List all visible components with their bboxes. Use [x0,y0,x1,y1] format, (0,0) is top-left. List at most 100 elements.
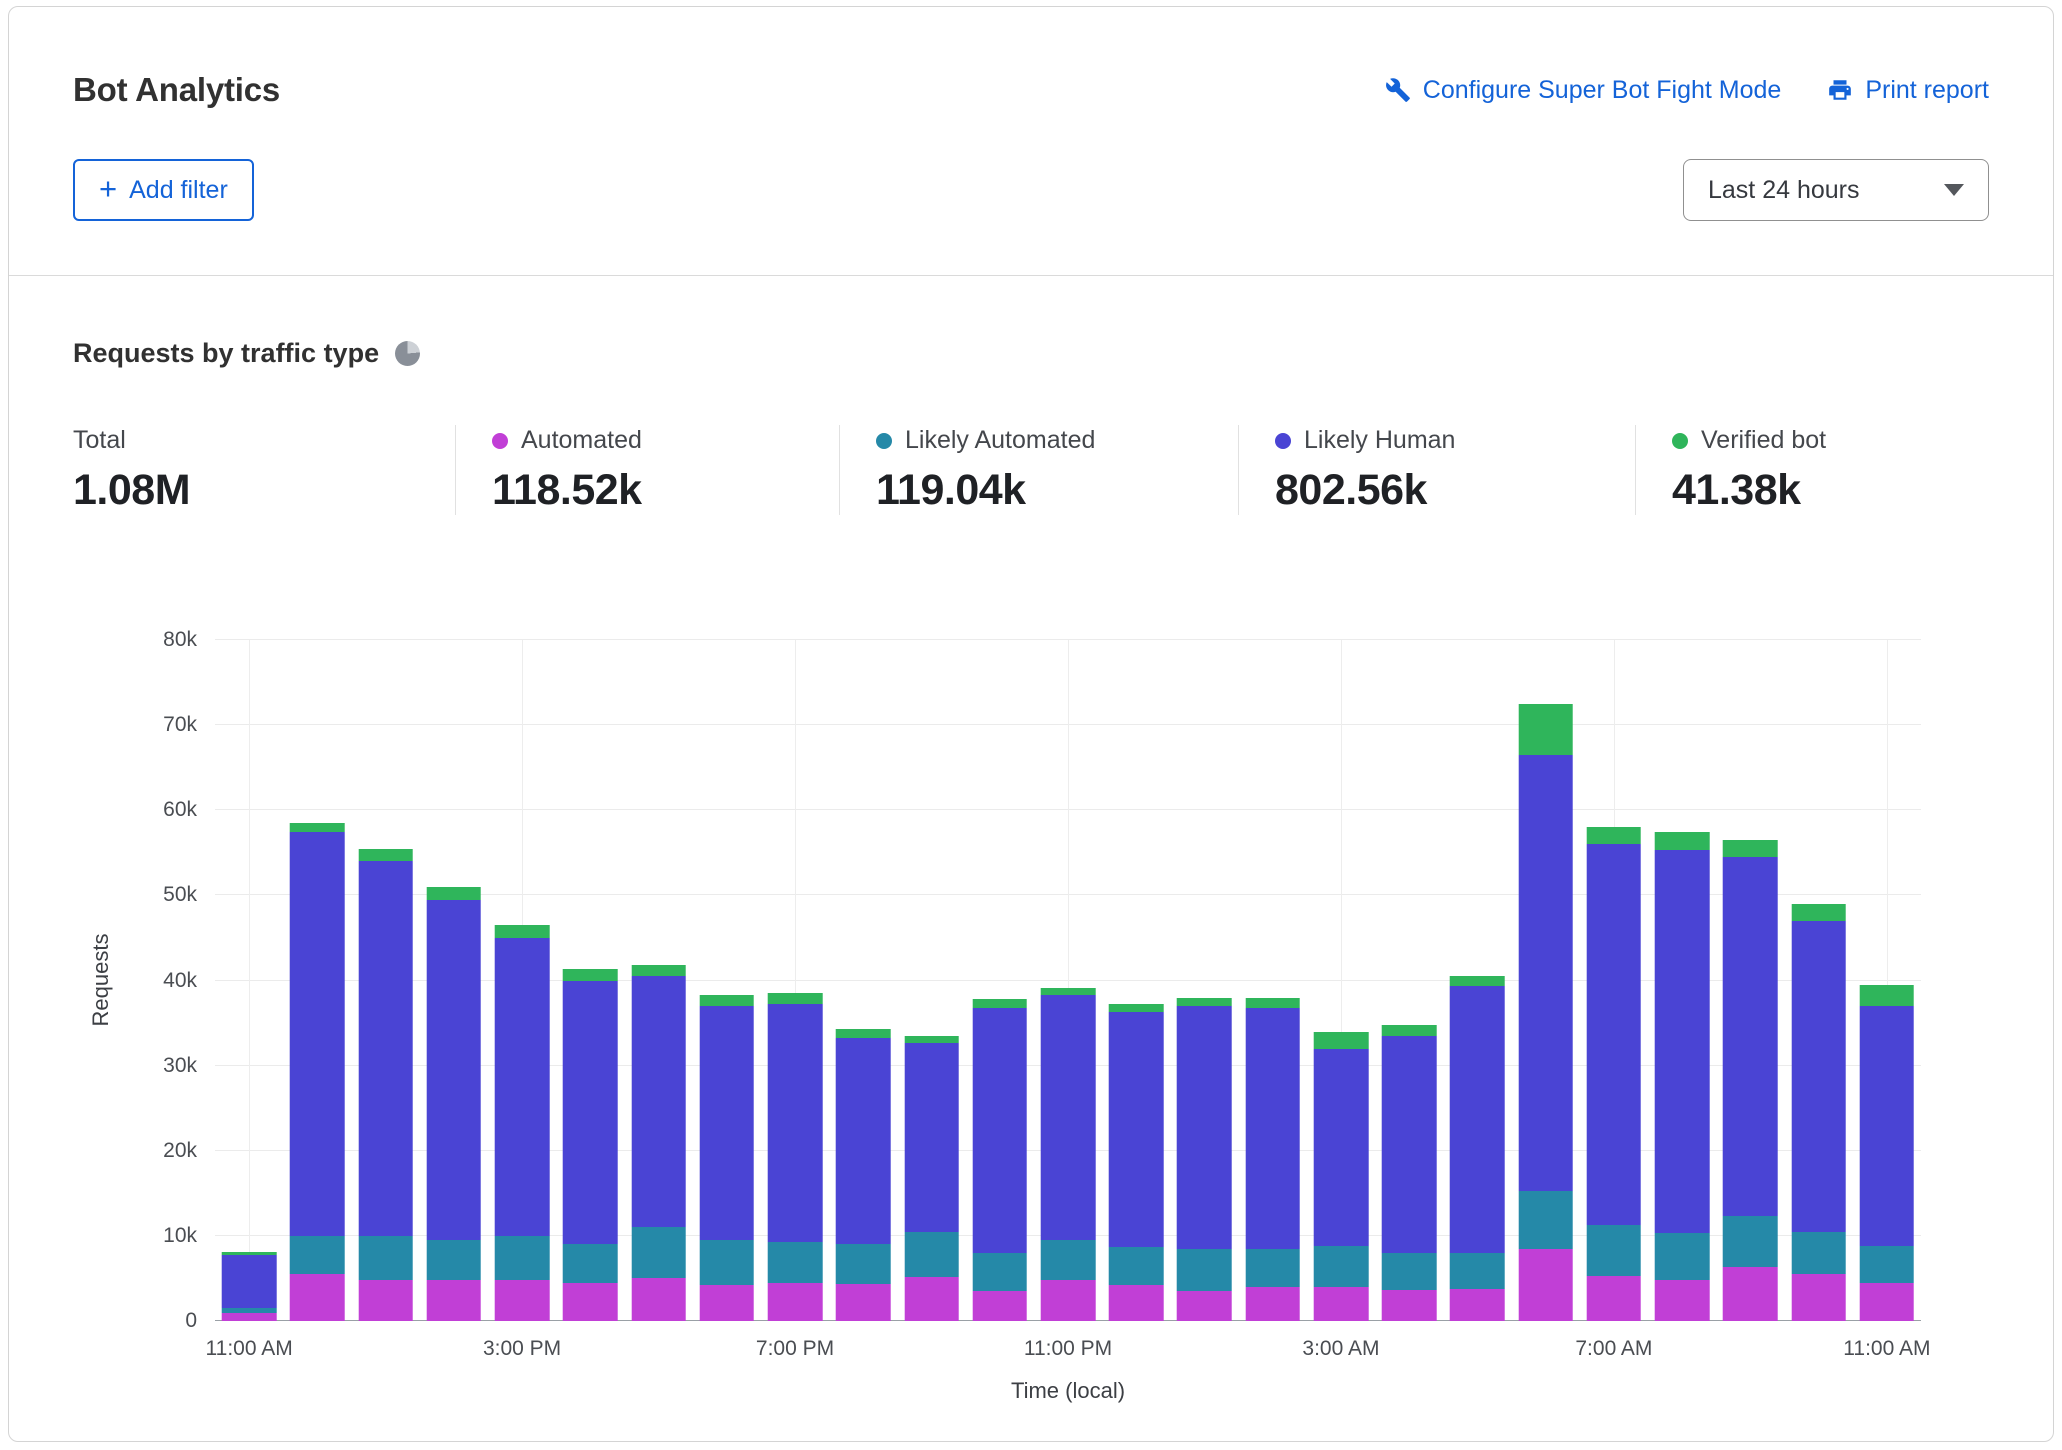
chart-bar[interactable] [1450,640,1505,1321]
chart-bar[interactable] [427,640,482,1321]
segment-likely_human [1860,1006,1915,1246]
segment-likely_automated [1314,1246,1369,1287]
chart-bar[interactable] [1518,640,1573,1321]
segment-likely_automated [1518,1191,1573,1249]
chart-bar[interactable] [1723,640,1778,1321]
stat-verified-bot-value: 41.38k [1672,466,1969,515]
segment-automated [1177,1291,1232,1321]
segment-automated [1314,1287,1369,1321]
segment-verified_bot [700,995,755,1006]
segment-verified_bot [904,1036,959,1043]
legend-dot-verified-bot [1672,433,1688,449]
chart-bar[interactable] [1245,640,1300,1321]
chart-bar[interactable] [1587,640,1642,1321]
segment-automated [1245,1287,1300,1321]
chart-bar[interactable] [1109,640,1164,1321]
segment-likely_human [1041,995,1096,1240]
y-tick-label: 30k [163,1054,215,1078]
chart-bar[interactable] [1041,640,1096,1321]
segment-likely_human [1723,857,1778,1216]
segment-likely_automated [427,1240,482,1280]
segment-likely_automated [700,1240,755,1285]
segment-likely_automated [563,1244,618,1282]
segment-verified_bot [495,925,550,938]
print-report-link[interactable]: Print report [1827,76,1989,105]
stat-total-label: Total [73,426,126,455]
legend-dot-likely-human [1275,433,1291,449]
configure-link-label: Configure Super Bot Fight Mode [1423,76,1782,105]
chart-bar[interactable] [1791,640,1846,1321]
segment-likely_automated [1382,1253,1437,1290]
stat-verified-bot-label: Verified bot [1701,426,1826,455]
chart-bar[interactable] [290,640,345,1321]
requests-section: Requests by traffic type Total 1.08M Aut… [9,338,2053,1430]
chart-bar[interactable] [700,640,755,1321]
segment-likely_automated [1041,1240,1096,1280]
segment-verified_bot [1518,704,1573,755]
segment-verified_bot [1860,985,1915,1006]
chart-bar[interactable] [1177,640,1232,1321]
stat-verified-bot: Verified bot 41.38k [1635,425,1989,515]
chart-bar[interactable] [768,640,823,1321]
stat-total-value: 1.08M [73,466,435,515]
segment-likely_automated [1791,1232,1846,1275]
segment-likely_human [972,1008,1027,1253]
segment-likely_automated [631,1227,686,1278]
chart-bar[interactable] [904,640,959,1321]
chart-bar[interactable] [836,640,891,1321]
stat-likely-automated-label: Likely Automated [905,426,1095,455]
segment-likely_automated [1587,1225,1642,1276]
legend-dot-likely-automated [876,433,892,449]
segment-likely_human [768,1004,823,1242]
chart-bar[interactable] [495,640,550,1321]
add-filter-button[interactable]: + Add filter [73,159,254,221]
y-tick-label: 60k [163,798,215,822]
x-tick-label: 11:00 AM [206,1337,293,1361]
chart-bar[interactable] [222,640,277,1321]
configure-super-bot-fight-mode-link[interactable]: Configure Super Bot Fight Mode [1385,76,1782,105]
header: Bot Analytics Configure Super Bot Fight … [9,7,2053,275]
segment-likely_human [1450,986,1505,1252]
segment-verified_bot [631,965,686,976]
stat-automated-value: 118.52k [492,466,819,515]
y-tick-label: 80k [163,628,215,652]
stat-likely-human-label: Likely Human [1304,426,1455,455]
segment-likely_automated [495,1236,550,1280]
segment-likely_human [904,1043,959,1232]
chart-bar[interactable] [563,640,618,1321]
segment-verified_bot [836,1029,891,1038]
segment-likely_human [427,900,482,1241]
segment-automated [427,1280,482,1321]
chart-bar[interactable] [972,640,1027,1321]
segment-automated [1041,1280,1096,1321]
chart-bar[interactable] [1860,640,1915,1321]
segment-likely_human [631,976,686,1227]
segment-likely_automated [1655,1233,1710,1280]
segment-likely_human [358,861,413,1236]
x-tick-label: 3:00 PM [483,1337,561,1361]
traffic-type-stats: Total 1.08M Automated 118.52k Likely Aut… [73,425,1989,515]
chart-bar[interactable] [1314,640,1369,1321]
segment-verified_bot [427,887,482,900]
chart-bar[interactable] [1655,640,1710,1321]
chart-bar[interactable] [631,640,686,1321]
segment-verified_bot [1791,904,1846,921]
time-range-select[interactable]: Last 24 hours [1683,159,1989,221]
segment-verified_bot [1245,998,1300,1008]
chart-plot-area: 010k20k30k40k50k60k70k80k11:00 AM3:00 PM… [215,640,1921,1321]
stat-total: Total 1.08M [73,425,455,515]
segment-automated [631,1278,686,1321]
segment-automated [700,1285,755,1321]
segment-likely_automated [1177,1249,1232,1292]
chart-bar[interactable] [1382,640,1437,1321]
segment-likely_automated [1245,1249,1300,1287]
time-range-value: Last 24 hours [1708,176,1860,205]
chart-bar[interactable] [358,640,413,1321]
segment-verified_bot [1177,998,1232,1007]
segment-likely_automated [1109,1247,1164,1285]
segment-likely_automated [836,1244,891,1284]
stat-likely-human-value: 802.56k [1275,466,1615,515]
x-tick-label: 7:00 AM [1575,1337,1652,1361]
segment-automated [1518,1249,1573,1321]
page-title: Bot Analytics [73,71,280,109]
